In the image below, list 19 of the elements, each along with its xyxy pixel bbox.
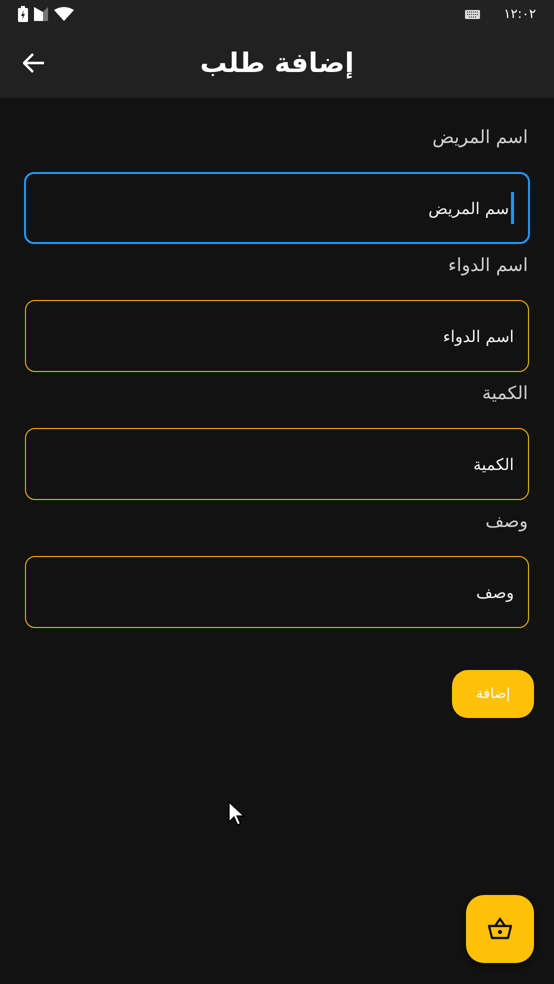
input-field[interactable]: سم المريض	[24, 172, 530, 244]
field-label: اسم المريض	[431, 126, 529, 150]
input-field[interactable]: اسم الدواء	[25, 300, 529, 372]
clock-time: ١٢:٠٢	[504, 6, 536, 22]
field-label: الكمية	[481, 382, 529, 406]
battery-icon	[18, 6, 28, 22]
keyboard-icon	[464, 10, 480, 18]
input-field[interactable]: الكمية	[25, 428, 529, 500]
field-label: وصف	[484, 510, 529, 534]
pointer-icon	[228, 801, 246, 827]
basket-icon	[487, 917, 513, 941]
add-button[interactable]: إضافة	[452, 670, 534, 718]
basket-button[interactable]	[466, 895, 534, 963]
input-field[interactable]: وصف	[25, 556, 529, 628]
field-label: اسم الدواء	[447, 254, 529, 278]
text-cursor	[511, 192, 514, 224]
page-title: إضافة طلب	[200, 48, 354, 78]
wifi-icon	[54, 7, 74, 21]
signal-icon	[34, 7, 48, 21]
